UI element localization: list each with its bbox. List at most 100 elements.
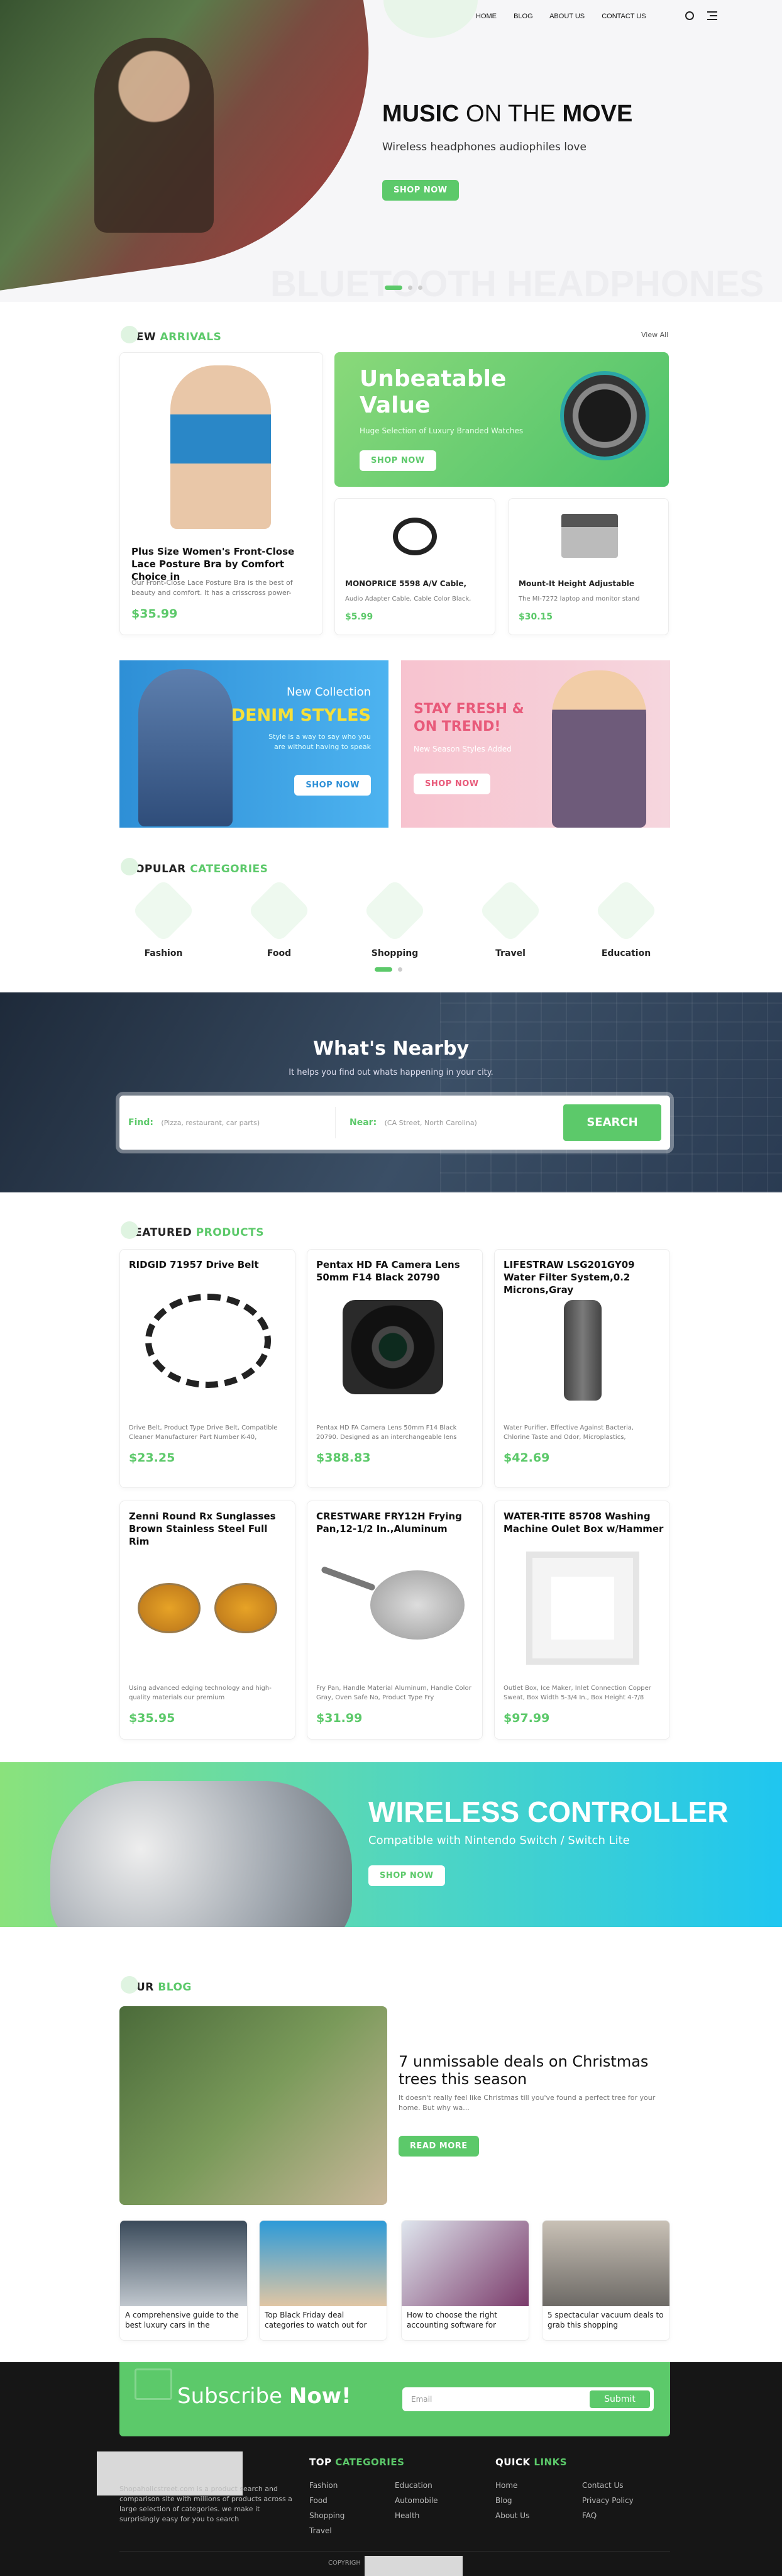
- email-input[interactable]: Email Submit: [402, 2387, 654, 2411]
- category-list: Fashion Food Shopping Travel Education: [119, 879, 670, 958]
- product-card-belt[interactable]: RIDGID 71957 Drive Belt Drive Belt, Prod…: [119, 1249, 295, 1488]
- footer-link-faq[interactable]: FAQ: [582, 2508, 634, 2523]
- product-title[interactable]: Plus Size Women's Front-Close Lace Postu…: [131, 545, 314, 583]
- denim-banner[interactable]: New Collection DENIM STYLES Style is a w…: [119, 660, 388, 828]
- denim-desc: Style is a way to say who you are withou…: [268, 733, 371, 751]
- footer-link-shopping[interactable]: Shopping: [309, 2508, 344, 2523]
- product-title[interactable]: CRESTWARE FRY12H Frying Pan,12-1/2 In.,A…: [316, 1510, 477, 1535]
- footer-about: Shopaholicstreet.com is a product search…: [119, 2485, 292, 2523]
- product-desc: Outlet Box, Ice Maker, Inlet Connection …: [504, 1685, 651, 1701]
- product-title[interactable]: LIFESTRAW LSG201GY09 Water Filter System…: [504, 1258, 664, 1296]
- find-input[interactable]: (Pizza, restaurant, car parts): [161, 1119, 260, 1127]
- product-desc: The MI-7272 laptop and monitor stand: [519, 596, 640, 602]
- post-title[interactable]: A comprehensive guide to the best luxury…: [120, 2306, 247, 2334]
- product-title[interactable]: MONOPRICE 5598 A/V Cable,: [345, 579, 466, 588]
- category-education[interactable]: Education: [582, 879, 670, 958]
- category-fashion[interactable]: Fashion: [119, 879, 207, 958]
- category-travel[interactable]: Travel: [466, 879, 554, 958]
- lens-image: [343, 1300, 443, 1394]
- denim-title: DENIM STYLES: [231, 706, 371, 725]
- product-title[interactable]: Pentax HD FA Camera Lens 50mm F14 Black …: [316, 1258, 473, 1284]
- product-card-lens[interactable]: Pentax HD FA Camera Lens 50mm F14 Black …: [307, 1249, 483, 1488]
- controller-banner[interactable]: WIRELESS CONTROLLER Compatible with Nint…: [0, 1762, 782, 1927]
- product-title[interactable]: Zenni Round Rx Sunglasses Brown Stainles…: [129, 1510, 286, 1548]
- promo-shop-now-button[interactable]: SHOP NOW: [360, 450, 436, 471]
- controller-image: [50, 1781, 352, 1927]
- nav-about[interactable]: ABOUT US: [549, 13, 585, 20]
- category-food[interactable]: Food: [235, 879, 323, 958]
- arrival-card-cable[interactable]: MONOPRICE 5598 A/V Cable, Audio Adapter …: [334, 498, 495, 635]
- product-title[interactable]: WATER-TITE 85708 Washing Machine Oulet B…: [504, 1510, 664, 1535]
- search-icon[interactable]: [685, 11, 694, 20]
- footer-link-health[interactable]: Health: [395, 2508, 438, 2523]
- watch-promo-banner[interactable]: Unbeatable Value Huge Selection of Luxur…: [334, 352, 669, 487]
- footer-link-travel[interactable]: Travel: [309, 2523, 344, 2538]
- blog-main-image[interactable]: [119, 2006, 387, 2205]
- product-title[interactable]: RIDGID 71957 Drive Belt: [129, 1258, 286, 1271]
- footer-link-contact[interactable]: Contact Us: [582, 2478, 634, 2493]
- hero-slider-dots[interactable]: [385, 280, 423, 292]
- menu-icon[interactable]: [707, 11, 717, 20]
- blog-post-accounting[interactable]: How to choose the right accounting softw…: [401, 2220, 529, 2341]
- category-shopping[interactable]: Shopping: [351, 879, 439, 958]
- footer-link-automobile[interactable]: Automobile: [395, 2493, 438, 2508]
- view-all-link[interactable]: View All: [641, 331, 668, 339]
- post-title[interactable]: Top Black Friday deal categories to watc…: [260, 2306, 387, 2334]
- fresh-image: [552, 670, 646, 828]
- near-field[interactable]: Near: (CA Street, North Carolina): [350, 1107, 557, 1138]
- fresh-desc: New Season Styles Added: [414, 745, 512, 753]
- main-nav: HOME BLOG ABOUT US CONTACT US: [476, 13, 646, 20]
- arrival-card-mount[interactable]: Mount-It Height Adjustable The MI-7272 l…: [508, 498, 669, 635]
- footer-link-home[interactable]: Home: [495, 2478, 529, 2493]
- footer-link-blog[interactable]: Blog: [495, 2493, 529, 2508]
- hero-title: MUSIC ON THE MOVE: [382, 101, 633, 127]
- blog-main-title[interactable]: 7 unmissable deals on Christmas trees th…: [399, 2053, 675, 2088]
- hero-shop-now-button[interactable]: SHOP NOW: [382, 180, 459, 201]
- nav-home[interactable]: HOME: [476, 13, 497, 20]
- footer-link-fashion[interactable]: Fashion: [309, 2478, 344, 2493]
- denim-eyebrow: New Collection: [286, 686, 371, 699]
- blog-post-vacuum[interactable]: 5 spectacular vacuum deals to grab this …: [542, 2220, 670, 2341]
- product-card-outlet-box[interactable]: WATER-TITE 85708 Washing Machine Oulet B…: [494, 1501, 670, 1740]
- product-price: $42.69: [504, 1451, 550, 1465]
- find-field[interactable]: Find: (Pizza, restaurant, car parts): [128, 1107, 336, 1138]
- blog-post-cars[interactable]: A comprehensive guide to the best luxury…: [119, 2220, 248, 2341]
- read-more-button[interactable]: READ MORE: [399, 2136, 479, 2157]
- product-card-pan[interactable]: CRESTWARE FRY12H Frying Pan,12-1/2 In.,A…: [307, 1501, 483, 1740]
- hero-section: HOME BLOG ABOUT US CONTACT US MUSIC ON T…: [0, 0, 782, 302]
- dress-icon: [131, 879, 196, 943]
- post-title[interactable]: How to choose the right accounting softw…: [402, 2306, 529, 2334]
- denim-image: [138, 669, 233, 826]
- footer-link-privacy[interactable]: Privacy Policy: [582, 2493, 634, 2508]
- submit-button[interactable]: Submit: [590, 2390, 650, 2408]
- blog-post-black-friday[interactable]: Top Black Friday deal categories to watc…: [259, 2220, 387, 2341]
- product-card-sunglasses[interactable]: Zenni Round Rx Sunglasses Brown Stainles…: [119, 1501, 295, 1740]
- product-title[interactable]: Mount-It Height Adjustable: [519, 579, 634, 588]
- fresh-title: STAY FRESH & ON TREND!: [414, 701, 524, 735]
- nav-blog[interactable]: BLOG: [514, 13, 533, 20]
- search-button[interactable]: SEARCH: [563, 1104, 661, 1141]
- subscribe-box: Subscribe Now! Email Submit: [119, 2362, 670, 2436]
- denim-shop-now-button[interactable]: SHOP NOW: [294, 775, 371, 796]
- sunglasses-lens-right: [214, 1583, 277, 1633]
- controller-title: WIRELESS CONTROLLER: [368, 1796, 729, 1828]
- near-input[interactable]: (CA Street, North Carolina): [385, 1119, 477, 1127]
- product-image: [393, 518, 437, 555]
- post-title[interactable]: 5 spectacular vacuum deals to grab this …: [542, 2306, 669, 2334]
- nav-contact[interactable]: CONTACT US: [602, 13, 646, 20]
- category-slider-dots[interactable]: [375, 962, 403, 974]
- footer-link-food[interactable]: Food: [309, 2493, 344, 2508]
- product-card-lifestraw[interactable]: LIFESTRAW LSG201GY09 Water Filter System…: [494, 1249, 670, 1488]
- product-price: $5.99: [345, 612, 373, 622]
- featured-arrival-card[interactable]: Plus Size Women's Front-Close Lace Postu…: [119, 352, 323, 635]
- footer-link-about[interactable]: About Us: [495, 2508, 529, 2523]
- blog-title: OUR BLOG: [121, 1976, 192, 1996]
- belt-image: [145, 1294, 271, 1388]
- product-price: $30.15: [519, 612, 553, 622]
- footer-link-education[interactable]: Education: [395, 2478, 438, 2493]
- controller-shop-now-button[interactable]: SHOP NOW: [368, 1865, 445, 1886]
- nearby-title: What's Nearby: [312, 1038, 470, 1060]
- fresh-shop-now-button[interactable]: SHOP NOW: [414, 774, 490, 794]
- fresh-banner[interactable]: STAY FRESH & ON TREND! New Season Styles…: [401, 660, 670, 828]
- hero-subtitle: Wireless headphones audiophiles love: [382, 141, 586, 153]
